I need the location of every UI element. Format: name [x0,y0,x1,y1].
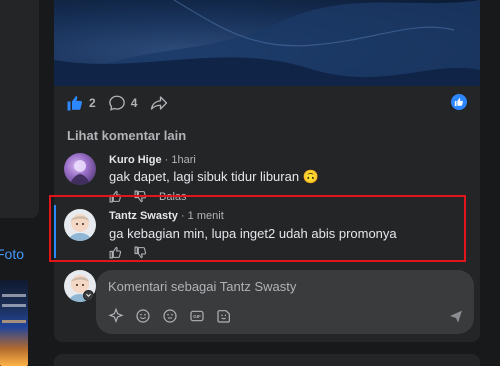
comment-input[interactable]: Komentari sebagai Tantz Swasty GIF [96,270,474,334]
like-action[interactable]: 2 [66,94,96,112]
gif-button[interactable]: GIF [189,308,205,324]
left-sidebar-panel [0,0,39,218]
share-action[interactable] [149,94,169,112]
thumbs-up-icon [454,98,463,107]
like-reaction-badge [451,94,467,110]
thumbs-up-icon [67,95,83,111]
comment-action[interactable]: 4 [108,94,138,112]
avatar[interactable] [64,153,96,185]
share-arrow-icon [151,96,168,110]
view-more-comments-link[interactable]: Lihat komentar lain [67,128,186,143]
highlight-annotation-box [49,195,466,262]
photos-link[interactable]: Foto [0,246,24,262]
comment-author[interactable]: Kuro Hige [109,154,162,166]
emoji-picker-button[interactable] [162,308,178,324]
photo-thumbnail[interactable] [0,280,28,366]
sticker-icon [217,310,230,323]
post-actions: 2 4 [66,93,181,113]
comment-composer: Komentari sebagai Tantz Swasty GIF [54,268,474,334]
avatar-sticker-button[interactable] [108,308,124,324]
smiley-face-icon [136,309,150,323]
chevron-down-icon [86,293,91,297]
comment-text: gak dapet, lagi sibuk tidur liburan [109,169,300,184]
send-icon [450,310,462,323]
post-image[interactable] [54,0,480,86]
comment-count: 4 [130,96,138,110]
emoji-icon [163,309,177,323]
emoji-button[interactable] [135,308,151,324]
send-button[interactable] [448,308,464,329]
like-count: 2 [89,96,96,110]
gif-icon: GIF [190,310,204,322]
profile-switch-button[interactable] [83,290,94,301]
sparkle-sticker-icon [108,308,124,324]
upside-down-face-emoji: 🙃 [302,169,319,184]
sticker-button[interactable] [216,308,232,324]
comment-placeholder: Komentari sebagai Tantz Swasty [108,279,297,294]
post-card: 2 4 Lihat komentar lain Kuro Hige · 1har… [54,0,480,342]
svg-text:GIF: GIF [193,314,201,319]
comment-time[interactable]: 1hari [171,154,195,166]
comment-bubble-icon [108,95,125,111]
next-post-card [54,354,480,366]
